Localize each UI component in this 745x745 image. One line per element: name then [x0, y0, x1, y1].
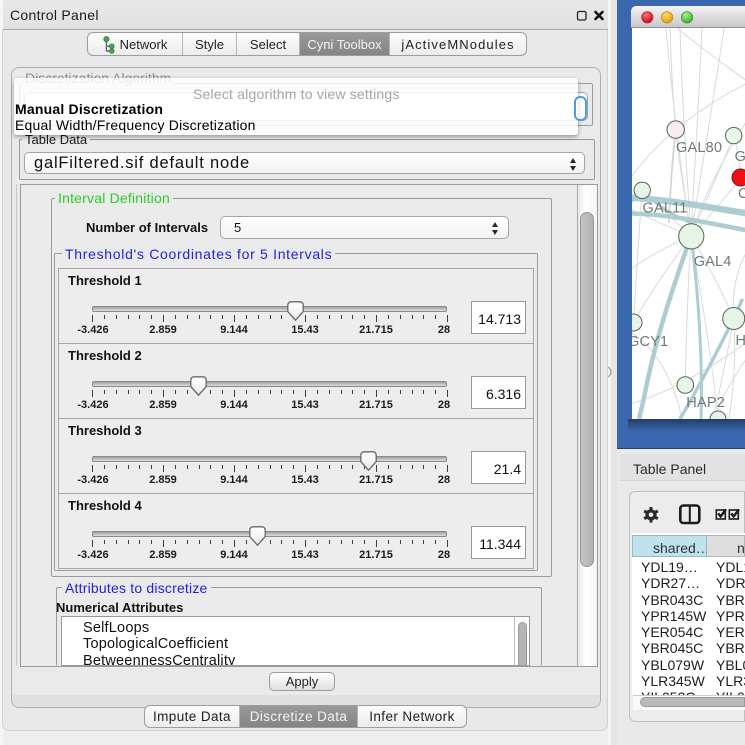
svg-text:H: H [735, 333, 745, 349]
svg-text:GA: GA [734, 149, 745, 165]
svg-text:GAL80: GAL80 [676, 140, 722, 156]
svg-text:C: C [738, 186, 745, 202]
svg-text:HAP2: HAP2 [686, 395, 725, 411]
svg-text:GAL4: GAL4 [693, 254, 731, 270]
svg-text:GCY1: GCY1 [632, 334, 668, 350]
svg-text:GAL11: GAL11 [642, 201, 687, 217]
